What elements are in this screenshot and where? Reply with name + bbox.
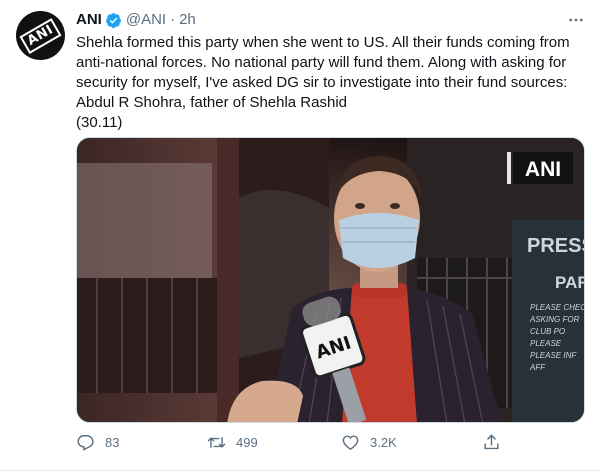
retweet-count: 499 bbox=[236, 435, 258, 450]
tweet-text-line: Abdul R Shohra, father of Shehla Rashid bbox=[76, 94, 348, 111]
tweet-header: ANI @ANI · 2h bbox=[76, 10, 196, 30]
sign-small-text: PLEASE bbox=[530, 339, 562, 348]
author-name[interactable]: ANI bbox=[76, 10, 102, 30]
media-photo: PRESS PAR PLEASE CHECK ASKING FOR CLUB P… bbox=[77, 138, 585, 422]
tweet-text-line: (30.11) bbox=[76, 114, 123, 131]
separator-dot: · bbox=[170, 11, 176, 28]
tweet-text-line: anti-national forces. No national party … bbox=[76, 54, 567, 71]
retweet-icon bbox=[207, 437, 226, 448]
heart-icon bbox=[342, 435, 359, 451]
share-icon bbox=[484, 434, 499, 450]
tweet-text-line: security for myself, I've asked DG sir t… bbox=[76, 74, 568, 91]
sign-small-text: ASKING FOR bbox=[529, 315, 580, 324]
sign-text: PAR bbox=[555, 273, 585, 292]
more-horizontal-icon bbox=[569, 18, 583, 22]
media-watermark: ANI bbox=[525, 158, 561, 181]
sign-small-text: PLEASE CHECK bbox=[530, 303, 585, 312]
tweet-text: Shehla formed this party when she went t… bbox=[76, 33, 586, 133]
reply-count: 83 bbox=[105, 435, 120, 450]
tweet-actions: 83 499 3.2K bbox=[76, 433, 556, 457]
sign-small-text: PLEASE INF bbox=[530, 351, 577, 360]
sign-text: PRESS bbox=[527, 235, 585, 257]
like-count: 3.2K bbox=[370, 435, 397, 450]
avatar[interactable]: ANI bbox=[16, 11, 65, 60]
reply-button[interactable]: 83 bbox=[76, 433, 119, 452]
verified-badge-icon bbox=[105, 12, 121, 28]
sign-small-text: AFF bbox=[529, 363, 546, 372]
tweet-timestamp[interactable]: 2h bbox=[179, 10, 196, 30]
more-options-button[interactable] bbox=[565, 9, 587, 31]
tweet-card[interactable]: ANI ANI @ANI · 2h Shehla formed this par… bbox=[0, 0, 601, 471]
tweet-text-line: Shehla formed this party when she went t… bbox=[76, 34, 570, 51]
share-button[interactable] bbox=[482, 433, 511, 452]
author-handle[interactable]: @ANI bbox=[126, 10, 166, 30]
sign-small-text: CLUB PO bbox=[530, 327, 565, 336]
reply-icon bbox=[77, 435, 94, 451]
ani-logo: ANI bbox=[19, 17, 62, 54]
retweet-button[interactable]: 499 bbox=[207, 433, 258, 452]
tweet-media-image[interactable]: PRESS PAR PLEASE CHECK ASKING FOR CLUB P… bbox=[76, 137, 585, 423]
like-button[interactable]: 3.2K bbox=[341, 433, 397, 452]
